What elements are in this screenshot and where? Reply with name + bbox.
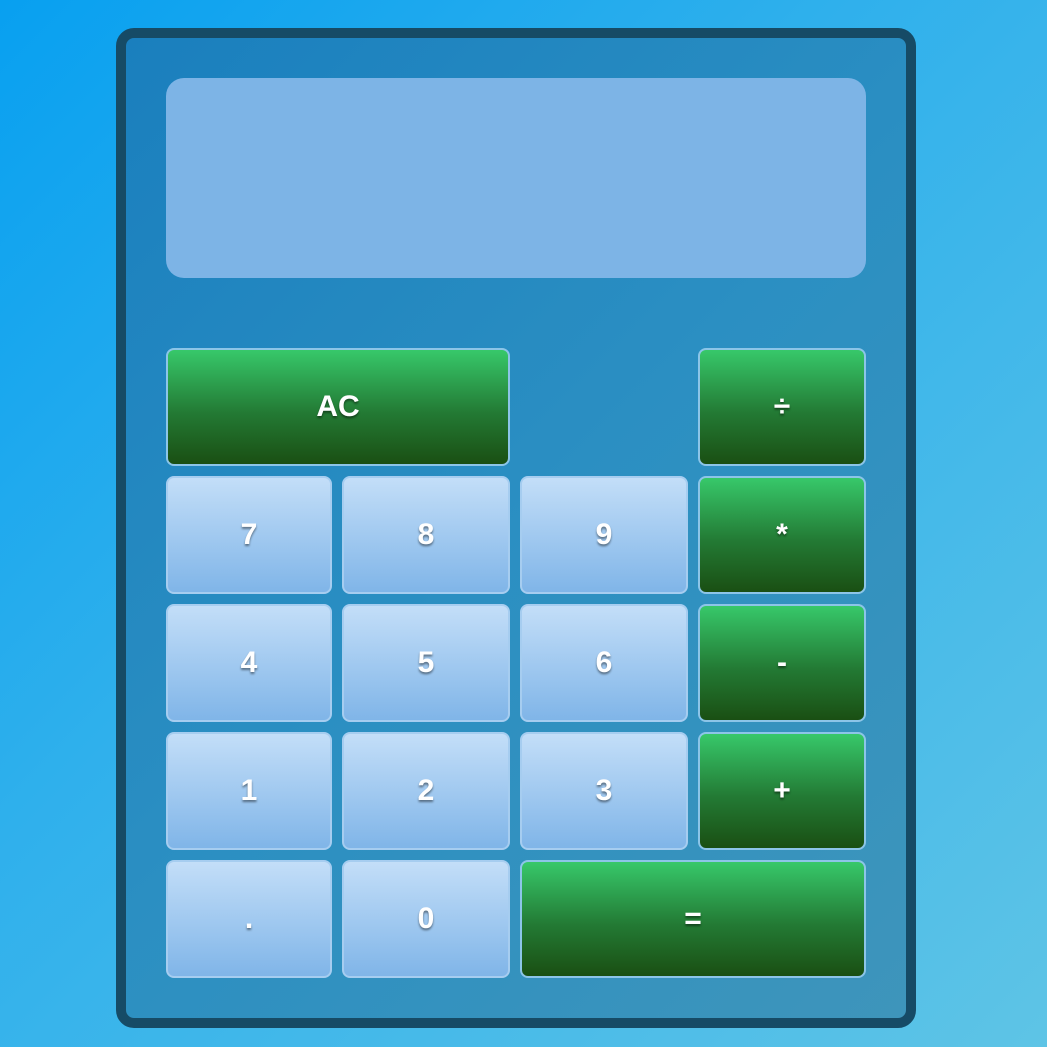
digit-2-button[interactable]: 2 <box>342 732 510 850</box>
all-clear-button[interactable]: AC <box>166 348 510 466</box>
digit-3-button[interactable]: 3 <box>520 732 688 850</box>
digit-9-button[interactable]: 9 <box>520 476 688 594</box>
digit-5-button[interactable]: 5 <box>342 604 510 722</box>
digit-4-button[interactable]: 4 <box>166 604 332 722</box>
digit-8-button[interactable]: 8 <box>342 476 510 594</box>
digit-0-button[interactable]: 0 <box>342 860 510 978</box>
digit-1-button[interactable]: 1 <box>166 732 332 850</box>
subtract-button[interactable]: - <box>698 604 866 722</box>
decimal-point-button[interactable]: . <box>166 860 332 978</box>
digit-6-button[interactable]: 6 <box>520 604 688 722</box>
divide-button[interactable]: ÷ <box>698 348 866 466</box>
add-button[interactable]: + <box>698 732 866 850</box>
digit-7-button[interactable]: 7 <box>166 476 332 594</box>
multiply-button[interactable]: * <box>698 476 866 594</box>
calculator: AC ÷ 7 8 9 * 4 5 6 - 1 2 3 + . 0 = <box>116 28 916 1028</box>
calculator-display <box>166 78 866 278</box>
equals-button[interactable]: = <box>520 860 866 978</box>
